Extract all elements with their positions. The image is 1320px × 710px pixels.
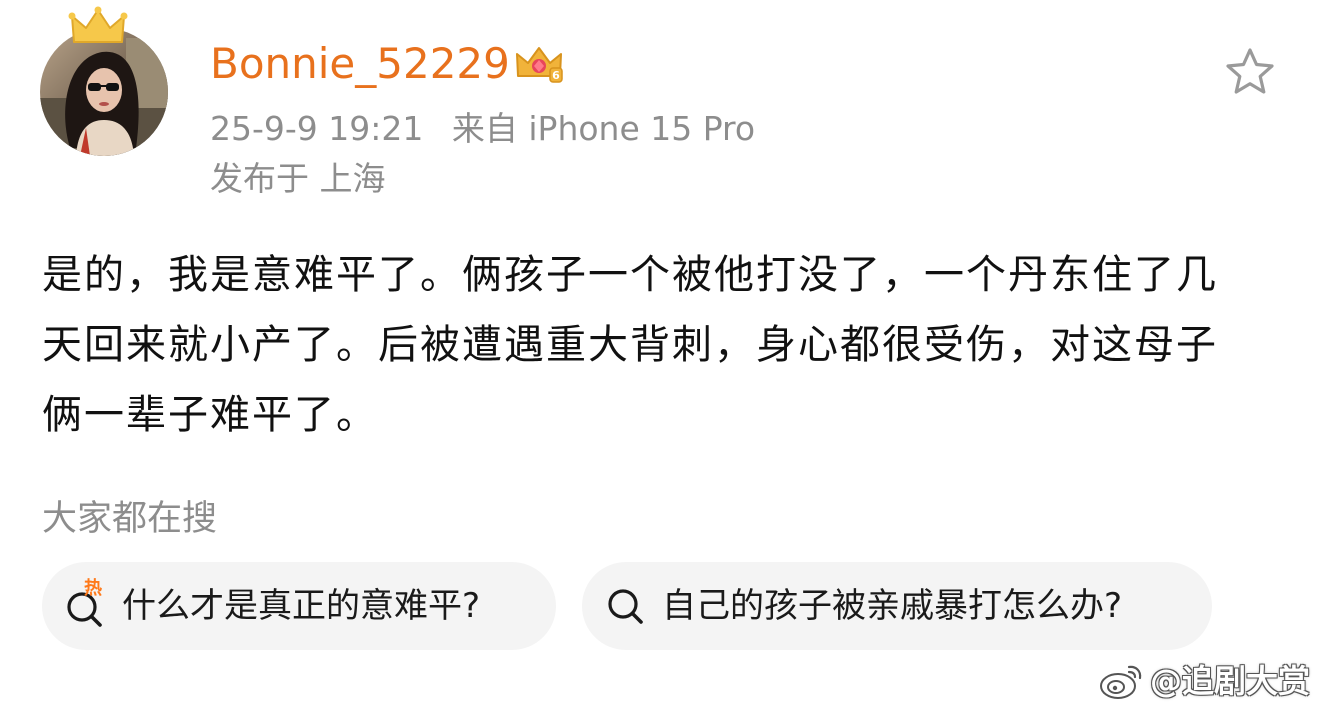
post-meta: 25-9-9 19:21 来自 iPhone 15 Pro <box>210 106 755 152</box>
watermark: @追剧大赏 <box>1098 656 1310 706</box>
hot-tag-label: 热 <box>84 578 102 599</box>
author-avatar-wrapper[interactable] <box>40 6 168 156</box>
weibo-logo-icon <box>1100 665 1142 699</box>
username[interactable]: Bonnie_52229 <box>210 36 510 92</box>
suggested-searches-heading: 大家都在搜 <box>42 499 218 539</box>
post-body-text: 是的，我是意难平了。俩孩子一个被他打没了，一个丹东住了几天回来就小产了。后被遭遇… <box>42 252 1218 438</box>
hot-search-icon: 热 <box>62 578 112 631</box>
search-suggestion-chip[interactable]: 自己的孩子被亲戚暴打怎么办? <box>582 562 1212 650</box>
search-suggestion-label: 自己的孩子被亲戚暴打怎么办? <box>662 586 1123 626</box>
search-suggestion-label: 什么才是真正的意难平? <box>122 586 481 626</box>
post-timestamp: 25-9-9 19:21 <box>210 109 424 148</box>
vip-level-number: 6 <box>552 69 560 82</box>
search-icon <box>602 581 652 631</box>
search-suggestion-chip[interactable]: 热 什么才是真正的意难平? <box>42 562 556 650</box>
watermark-text: @追剧大赏 <box>1150 662 1311 700</box>
vip-crown-badge-icon[interactable]: 6 <box>514 42 564 86</box>
star-outline-icon[interactable] <box>1222 44 1278 100</box>
gold-crown-icon <box>68 6 128 43</box>
post-location: 发布于 上海 <box>210 159 386 198</box>
post-source: 来自 iPhone 15 Pro <box>451 109 756 148</box>
